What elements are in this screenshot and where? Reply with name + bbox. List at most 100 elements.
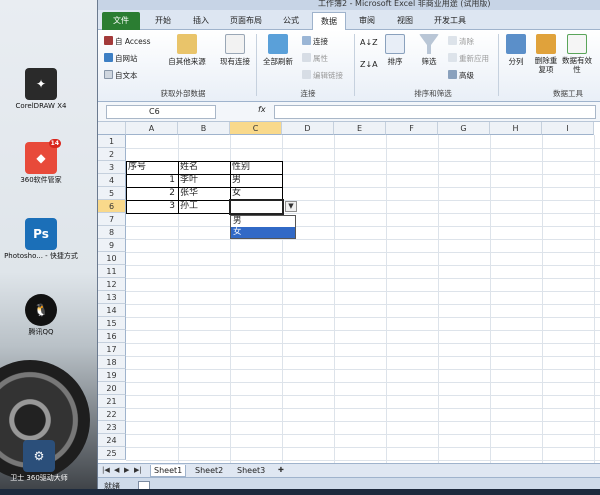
tab-file[interactable]: 文件 xyxy=(102,12,140,30)
tab-page-layout[interactable]: 页面布局 xyxy=(224,12,268,30)
refresh-icon xyxy=(268,34,288,54)
tab-home[interactable]: 开始 xyxy=(148,12,178,30)
table-cell-name[interactable]: 孙工 xyxy=(180,200,227,213)
row-header-9[interactable]: 9 xyxy=(98,239,126,252)
table-header-cell[interactable]: 姓名 xyxy=(180,161,228,174)
from-other-sources-button[interactable]: 自其他来源 xyxy=(164,34,210,67)
column-header-g[interactable]: G xyxy=(438,122,490,135)
table-cell-name[interactable]: 李叶 xyxy=(180,174,227,187)
table-cell-no[interactable]: 2 xyxy=(128,187,175,200)
row-header-17[interactable]: 17 xyxy=(98,343,126,356)
advanced-filter-button[interactable]: 高级 xyxy=(448,70,474,81)
row-header-3[interactable]: 3 xyxy=(98,161,126,174)
row-header-15[interactable]: 15 xyxy=(98,317,126,330)
sort-ascending-button[interactable]: A↓Z xyxy=(360,38,378,47)
text-to-columns-button[interactable]: 分列 xyxy=(502,34,530,67)
tab-developer[interactable]: 开发工具 xyxy=(428,12,472,30)
dropdown-option[interactable]: 男 xyxy=(231,216,295,227)
table-cell-no[interactable]: 3 xyxy=(128,200,175,213)
active-cell-c6[interactable] xyxy=(229,199,284,215)
formula-input[interactable] xyxy=(274,105,596,119)
existing-connections-button[interactable]: 现有连接 xyxy=(215,34,255,67)
row-header-1[interactable]: 1 xyxy=(98,135,126,148)
gridline xyxy=(126,447,600,448)
row-header-14[interactable]: 14 xyxy=(98,304,126,317)
driver-master-icon: ⚙ xyxy=(23,440,55,472)
desktop-icon-photoshop[interactable]: Ps Photosho... - 快捷方式 xyxy=(4,218,78,261)
filter-button[interactable]: 筛选 xyxy=(414,34,444,67)
column-header-i[interactable]: I xyxy=(542,122,594,135)
desktop-icon-qq[interactable]: 🐧 腾讯QQ xyxy=(4,294,78,337)
desktop-icon-driver-master[interactable]: ⚙ 卫士 360驱动大师 xyxy=(2,440,76,483)
column-header-b[interactable]: B xyxy=(178,122,230,135)
row-header-22[interactable]: 22 xyxy=(98,408,126,421)
edit-links-button[interactable]: 编辑链接 xyxy=(302,70,343,81)
row-header-18[interactable]: 18 xyxy=(98,356,126,369)
insert-sheet-icon[interactable]: ✚ xyxy=(278,466,284,474)
properties-button[interactable]: 属性 xyxy=(302,53,328,64)
row-header-8[interactable]: 8 xyxy=(98,226,126,239)
row-header-24[interactable]: 24 xyxy=(98,434,126,447)
row-header-25[interactable]: 25 xyxy=(98,447,126,460)
row-header-21[interactable]: 21 xyxy=(98,395,126,408)
column-header-h[interactable]: H xyxy=(490,122,542,135)
row-header-23[interactable]: 23 xyxy=(98,421,126,434)
row-header-12[interactable]: 12 xyxy=(98,278,126,291)
prev-sheet-icon[interactable]: ◀ xyxy=(114,466,119,474)
row-header-2[interactable]: 2 xyxy=(98,148,126,161)
clear-filter-button[interactable]: 清除 xyxy=(448,36,474,47)
column-header-f[interactable]: F xyxy=(386,122,438,135)
row-header-5[interactable]: 5 xyxy=(98,187,126,200)
row-header-16[interactable]: 16 xyxy=(98,330,126,343)
table-cell-name[interactable]: 张华 xyxy=(180,187,227,200)
desktop-icon-label: 卫士 360驱动大师 xyxy=(10,474,68,482)
row-header-7[interactable]: 7 xyxy=(98,213,126,226)
row-header-6[interactable]: 6 xyxy=(98,200,126,213)
data-validation-button[interactable]: 数据有效性 xyxy=(562,34,592,74)
dropdown-arrow-icon[interactable]: ▼ xyxy=(285,201,297,212)
sort-button[interactable]: 排序 xyxy=(380,34,410,67)
table-cell-gender[interactable]: 男 xyxy=(232,174,279,187)
row-header-20[interactable]: 20 xyxy=(98,382,126,395)
sort-descending-button[interactable]: Z↓A xyxy=(360,60,378,69)
remove-duplicates-button[interactable]: 删除重复项 xyxy=(532,34,560,74)
row-header-19[interactable]: 19 xyxy=(98,369,126,382)
column-header-a[interactable]: A xyxy=(126,122,178,135)
column-header-d[interactable]: D xyxy=(282,122,334,135)
refresh-all-button[interactable]: 全部刷新 xyxy=(260,34,296,67)
tab-review[interactable]: 审阅 xyxy=(352,12,382,30)
next-sheet-icon[interactable]: ▶ xyxy=(124,466,129,474)
last-sheet-icon[interactable]: ▶| xyxy=(134,466,142,474)
reapply-button[interactable]: 重新应用 xyxy=(448,53,489,64)
sheet-tab-sheet3[interactable]: Sheet3 xyxy=(234,465,268,477)
dropdown-option[interactable]: 女 xyxy=(231,227,295,238)
table-header-cell[interactable]: 序号 xyxy=(128,161,176,174)
fx-icon[interactable]: fx xyxy=(258,105,266,114)
select-all-corner[interactable] xyxy=(98,122,126,135)
name-box[interactable]: C6 xyxy=(106,105,216,119)
tab-formulas[interactable]: 公式 xyxy=(276,12,306,30)
from-access-button[interactable]: 自 Access xyxy=(104,36,151,47)
ribbon-data: 自 Access 自网站 自文本 自其他来源 现有连接 获取外部数据 全部刷新 … xyxy=(98,30,600,102)
from-web-button[interactable]: 自网站 xyxy=(104,53,138,64)
table-cell-no[interactable]: 1 xyxy=(128,174,175,187)
row-header-11[interactable]: 11 xyxy=(98,265,126,278)
desktop-icon-corel[interactable]: ✦ CorelDRAW X4 xyxy=(4,68,78,111)
sheet-tab-sheet1[interactable]: Sheet1 xyxy=(150,465,187,477)
table-header-cell[interactable]: 性别 xyxy=(232,161,280,174)
row-header-13[interactable]: 13 xyxy=(98,291,126,304)
sheet-tab-sheet2[interactable]: Sheet2 xyxy=(192,465,226,477)
tab-insert[interactable]: 插入 xyxy=(186,12,216,30)
column-header-c[interactable]: C xyxy=(230,122,282,135)
tab-view[interactable]: 视图 xyxy=(390,12,420,30)
first-sheet-icon[interactable]: |◀ xyxy=(102,466,110,474)
desktop-icon-360-software[interactable]: ◆ 14 360软件管家 xyxy=(4,139,78,185)
web-icon xyxy=(104,53,113,62)
worksheet-grid[interactable]: A B C D E F G H I 1 2 3 4 5 6 7 8 9 10 11 12 13 14 15 16 17 18 19 20… xyxy=(98,122,600,463)
row-header-4[interactable]: 4 xyxy=(98,174,126,187)
connections-button[interactable]: 连接 xyxy=(302,36,328,47)
column-header-e[interactable]: E xyxy=(334,122,386,135)
row-header-10[interactable]: 10 xyxy=(98,252,126,265)
from-text-button[interactable]: 自文本 xyxy=(104,70,138,81)
tab-data[interactable]: 数据 xyxy=(312,12,346,30)
